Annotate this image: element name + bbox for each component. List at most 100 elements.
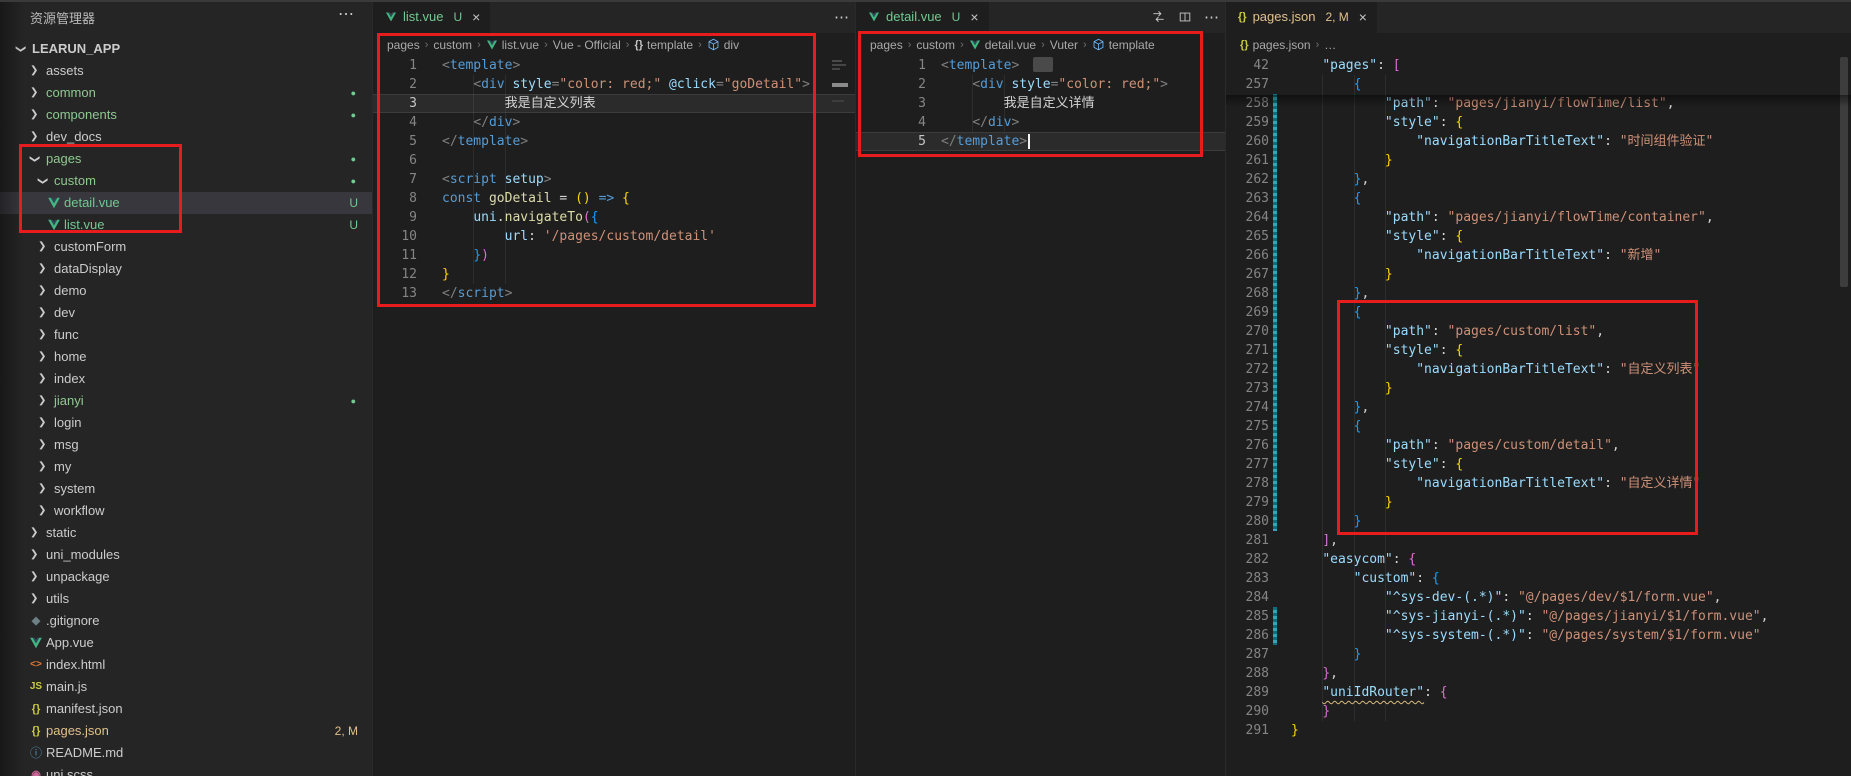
breadcrumb-item[interactable]: pages (387, 38, 420, 52)
code-line-10[interactable]: 10 url: '/pages/custom/detail' (373, 227, 855, 246)
breadcrumb-item[interactable]: div (707, 34, 739, 56)
code-line-13[interactable]: 13</script> (373, 284, 855, 303)
tree-item-pages[interactable]: ❯pages● (0, 148, 372, 170)
tree-item-assets[interactable]: ❯assets (0, 60, 372, 82)
code-line-266[interactable]: 266 "navigationBarTitleText": "新增" (1226, 246, 1851, 265)
more-actions-icon[interactable]: ⋯ (834, 8, 849, 26)
code-line-6[interactable]: 6 (373, 151, 855, 170)
code-line-288[interactable]: 288 }, (1226, 664, 1851, 683)
code-line-1[interactable]: 1<template> (373, 56, 855, 75)
code-line-279[interactable]: 279 } (1226, 493, 1851, 512)
code-line-264[interactable]: 264 "path": "pages/jianyi/flowTime/conta… (1226, 208, 1851, 227)
tab-detail-vue[interactable]: detail.vueU× (856, 0, 989, 33)
code-area[interactable]: 1<template>2 <div style="color: red;" @c… (373, 56, 855, 776)
tree-item-home[interactable]: ❯home (0, 346, 372, 368)
breadcrumb-item[interactable]: custom (433, 38, 472, 52)
code-line-5[interactable]: 5</template> (856, 132, 1225, 151)
tree-item-detail-vue[interactable]: detail.vueU (0, 192, 372, 214)
code-line-287[interactable]: 287 } (1226, 645, 1851, 664)
code-line-262[interactable]: 262 }, (1226, 170, 1851, 189)
breadcrumb-item[interactable]: Vue - Official (553, 38, 621, 52)
code-line-258[interactable]: 258 "path": "pages/jianyi/flowTime/list"… (1226, 94, 1851, 113)
tree-item-pages-json[interactable]: {}pages.json2, M (0, 720, 372, 742)
code-line-278[interactable]: 278 "navigationBarTitleText": "自定义详情" (1226, 474, 1851, 493)
code-line-270[interactable]: 270 "path": "pages/custom/list", (1226, 322, 1851, 341)
tree-item-msg[interactable]: ❯msg (0, 434, 372, 456)
tab-close-icon[interactable]: × (970, 9, 978, 25)
code-line-4[interactable]: 4 </div> (856, 113, 1225, 132)
code-line-257[interactable]: 257 { (1226, 75, 1851, 94)
code-line-281[interactable]: 281 ], (1226, 531, 1851, 550)
code-line-11[interactable]: 11 }) (373, 246, 855, 265)
code-line-3[interactable]: 3 我是自定义详情 (856, 94, 1225, 113)
breadcrumb-item[interactable]: detail.vue (969, 34, 1036, 56)
code-line-282[interactable]: 282 "easycom": { (1226, 550, 1851, 569)
breadcrumb-item[interactable]: custom (916, 38, 955, 52)
more-actions-icon[interactable]: ⋯ (1204, 8, 1219, 26)
code-line-277[interactable]: 277 "style": { (1226, 455, 1851, 474)
tree-item-manifest-json[interactable]: {}manifest.json (0, 698, 372, 720)
code-line-261[interactable]: 261 } (1226, 151, 1851, 170)
breadcrumb-item[interactable]: template (1092, 34, 1155, 56)
code-line-9[interactable]: 9 uni.navigateTo({ (373, 208, 855, 227)
tree-item-dev[interactable]: ❯dev (0, 302, 372, 324)
code-line-12[interactable]: 12} (373, 265, 855, 284)
tree-item-index-html[interactable]: <>index.html (0, 654, 372, 676)
tree-item-readme-md[interactable]: ⓘREADME.md (0, 742, 372, 764)
split-editor-icon[interactable] (1178, 10, 1192, 24)
scrollbar-slider[interactable] (1033, 57, 1053, 72)
tree-item-demo[interactable]: ❯demo (0, 280, 372, 302)
code-line-283[interactable]: 283 "custom": { (1226, 569, 1851, 588)
tree-item--gitignore[interactable]: ◆.gitignore (0, 610, 372, 632)
tree-item-learun-app[interactable]: ❯LEARUN_APP (0, 38, 372, 60)
code-line-269[interactable]: 269 { (1226, 303, 1851, 322)
scrollbar-slider[interactable] (1840, 57, 1848, 287)
tree-item-jianyi[interactable]: ❯jianyi● (0, 390, 372, 412)
code-area[interactable]: 42 "pages": [257 {258 "path": "pages/jia… (1226, 56, 1851, 776)
tree-item-uni-scss[interactable]: ◉uni.scss (0, 764, 372, 776)
tree-item-components[interactable]: ❯components● (0, 104, 372, 126)
breadcrumb-item[interactable]: {}pages.json (1240, 34, 1311, 56)
code-line-273[interactable]: 273 } (1226, 379, 1851, 398)
tree-item-common[interactable]: ❯common● (0, 82, 372, 104)
tree-item-dev-docs[interactable]: ❯dev_docs (0, 126, 372, 148)
code-line-285[interactable]: 285 "^sys-jianyi-(.*)": "@/pages/jianyi/… (1226, 607, 1851, 626)
tab-pages-json[interactable]: {}pages.json2, M× (1226, 0, 1377, 33)
tree-item-unpackage[interactable]: ❯unpackage (0, 566, 372, 588)
code-line-280[interactable]: 280 } (1226, 512, 1851, 531)
code-line-3[interactable]: 3 我是自定义列表 (373, 94, 855, 113)
tree-item-datadisplay[interactable]: ❯dataDisplay (0, 258, 372, 280)
code-line-272[interactable]: 272 "navigationBarTitleText": "自定义列表" (1226, 360, 1851, 379)
tab-close-icon[interactable]: × (472, 9, 480, 25)
tree-item-my[interactable]: ❯my (0, 456, 372, 478)
code-line-4[interactable]: 4 </div> (373, 113, 855, 132)
code-line-7[interactable]: 7<script setup> (373, 170, 855, 189)
code-line-2[interactable]: 2 <div style="color: red;" @click="goDet… (373, 75, 855, 94)
code-line-271[interactable]: 271 "style": { (1226, 341, 1851, 360)
tree-item-static[interactable]: ❯static (0, 522, 372, 544)
code-line-276[interactable]: 276 "path": "pages/custom/detail", (1226, 436, 1851, 455)
code-line-274[interactable]: 274 }, (1226, 398, 1851, 417)
tree-item-workflow[interactable]: ❯workflow (0, 500, 372, 522)
code-line-291[interactable]: 291} (1226, 721, 1851, 740)
code-line-265[interactable]: 265 "style": { (1226, 227, 1851, 246)
code-line-2[interactable]: 2 <div style="color: red;"> (856, 75, 1225, 94)
tree-item-list-vue[interactable]: list.vueU (0, 214, 372, 236)
breadcrumb-item[interactable]: pages (870, 38, 903, 52)
code-line-260[interactable]: 260 "navigationBarTitleText": "时间组件验证" (1226, 132, 1851, 151)
tree-item-func[interactable]: ❯func (0, 324, 372, 346)
code-area[interactable]: 1<template>2 <div style="color: red;">3 … (856, 56, 1225, 776)
code-line-259[interactable]: 259 "style": { (1226, 113, 1851, 132)
tree-item-custom[interactable]: ❯custom● (0, 170, 372, 192)
code-line-267[interactable]: 267 } (1226, 265, 1851, 284)
code-line-290[interactable]: 290 } (1226, 702, 1851, 721)
code-line-268[interactable]: 268 }, (1226, 284, 1851, 303)
tree-item-utils[interactable]: ❯utils (0, 588, 372, 610)
code-line-275[interactable]: 275 { (1226, 417, 1851, 436)
open-changes-icon[interactable] (1151, 9, 1166, 24)
breadcrumb-item[interactable]: {}template (634, 34, 693, 56)
tree-item-app-vue[interactable]: App.vue (0, 632, 372, 654)
tree-item-customform[interactable]: ❯customForm (0, 236, 372, 258)
tree-item-main-js[interactable]: JSmain.js (0, 676, 372, 698)
code-line-286[interactable]: 286 "^sys-system-(.*)": "@/pages/system/… (1226, 626, 1851, 645)
